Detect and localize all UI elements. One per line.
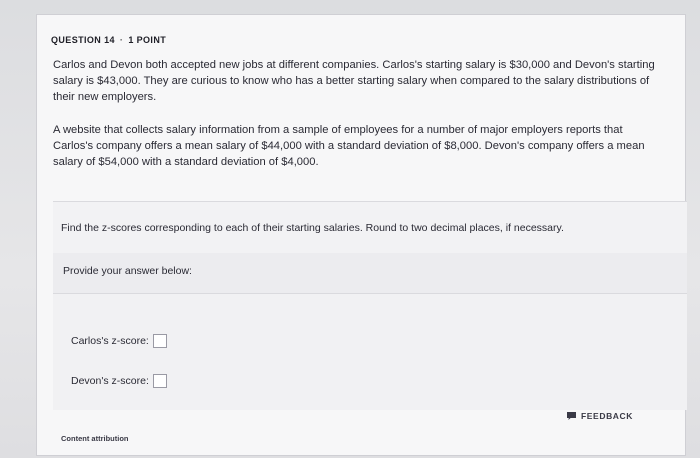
- devon-zscore-label: Devon's z-score:: [71, 375, 149, 387]
- header-separator: ·: [119, 35, 124, 45]
- feedback-label: FEEDBACK: [581, 411, 634, 421]
- feedback-button[interactable]: FEEDBACK: [567, 411, 633, 421]
- devon-answer-row: Devon's z-score:: [71, 374, 167, 388]
- question-number: QUESTION 14: [51, 35, 115, 45]
- carlos-zscore-input[interactable]: [152, 334, 167, 348]
- screen: QUESTION 14 · 1 POINT Carlos and Devon bot…: [0, 0, 700, 458]
- question-card: QUESTION 14 · 1 POINT Carlos and Devon bot…: [36, 14, 687, 456]
- problem-paragraph-1: Carlos and Devon both accepted new jobs …: [53, 59, 655, 103]
- answer-area: Carlos's z-score: Devon's z-score:: [53, 294, 687, 410]
- answer-prompt: Provide your answer below:: [63, 265, 192, 277]
- carlos-zscore-label: Carlos's z-score:: [71, 335, 149, 347]
- content-attribution-link[interactable]: Content attribution: [61, 434, 129, 443]
- question-points: 1 POINT: [128, 35, 167, 45]
- devon-zscore-input[interactable]: [152, 374, 167, 388]
- question-header: QUESTION 14 · 1 POINT: [51, 35, 166, 45]
- problem-paragraph-2: A website that collects salary informati…: [53, 124, 645, 168]
- answer-prompt-box: Provide your answer below:: [53, 253, 687, 294]
- flag-icon: [567, 412, 576, 420]
- instruction-box: Find the z-scores corresponding to each …: [53, 201, 687, 255]
- instruction-text: Find the z-scores corresponding to each …: [61, 222, 564, 234]
- carlos-answer-row: Carlos's z-score:: [71, 334, 167, 348]
